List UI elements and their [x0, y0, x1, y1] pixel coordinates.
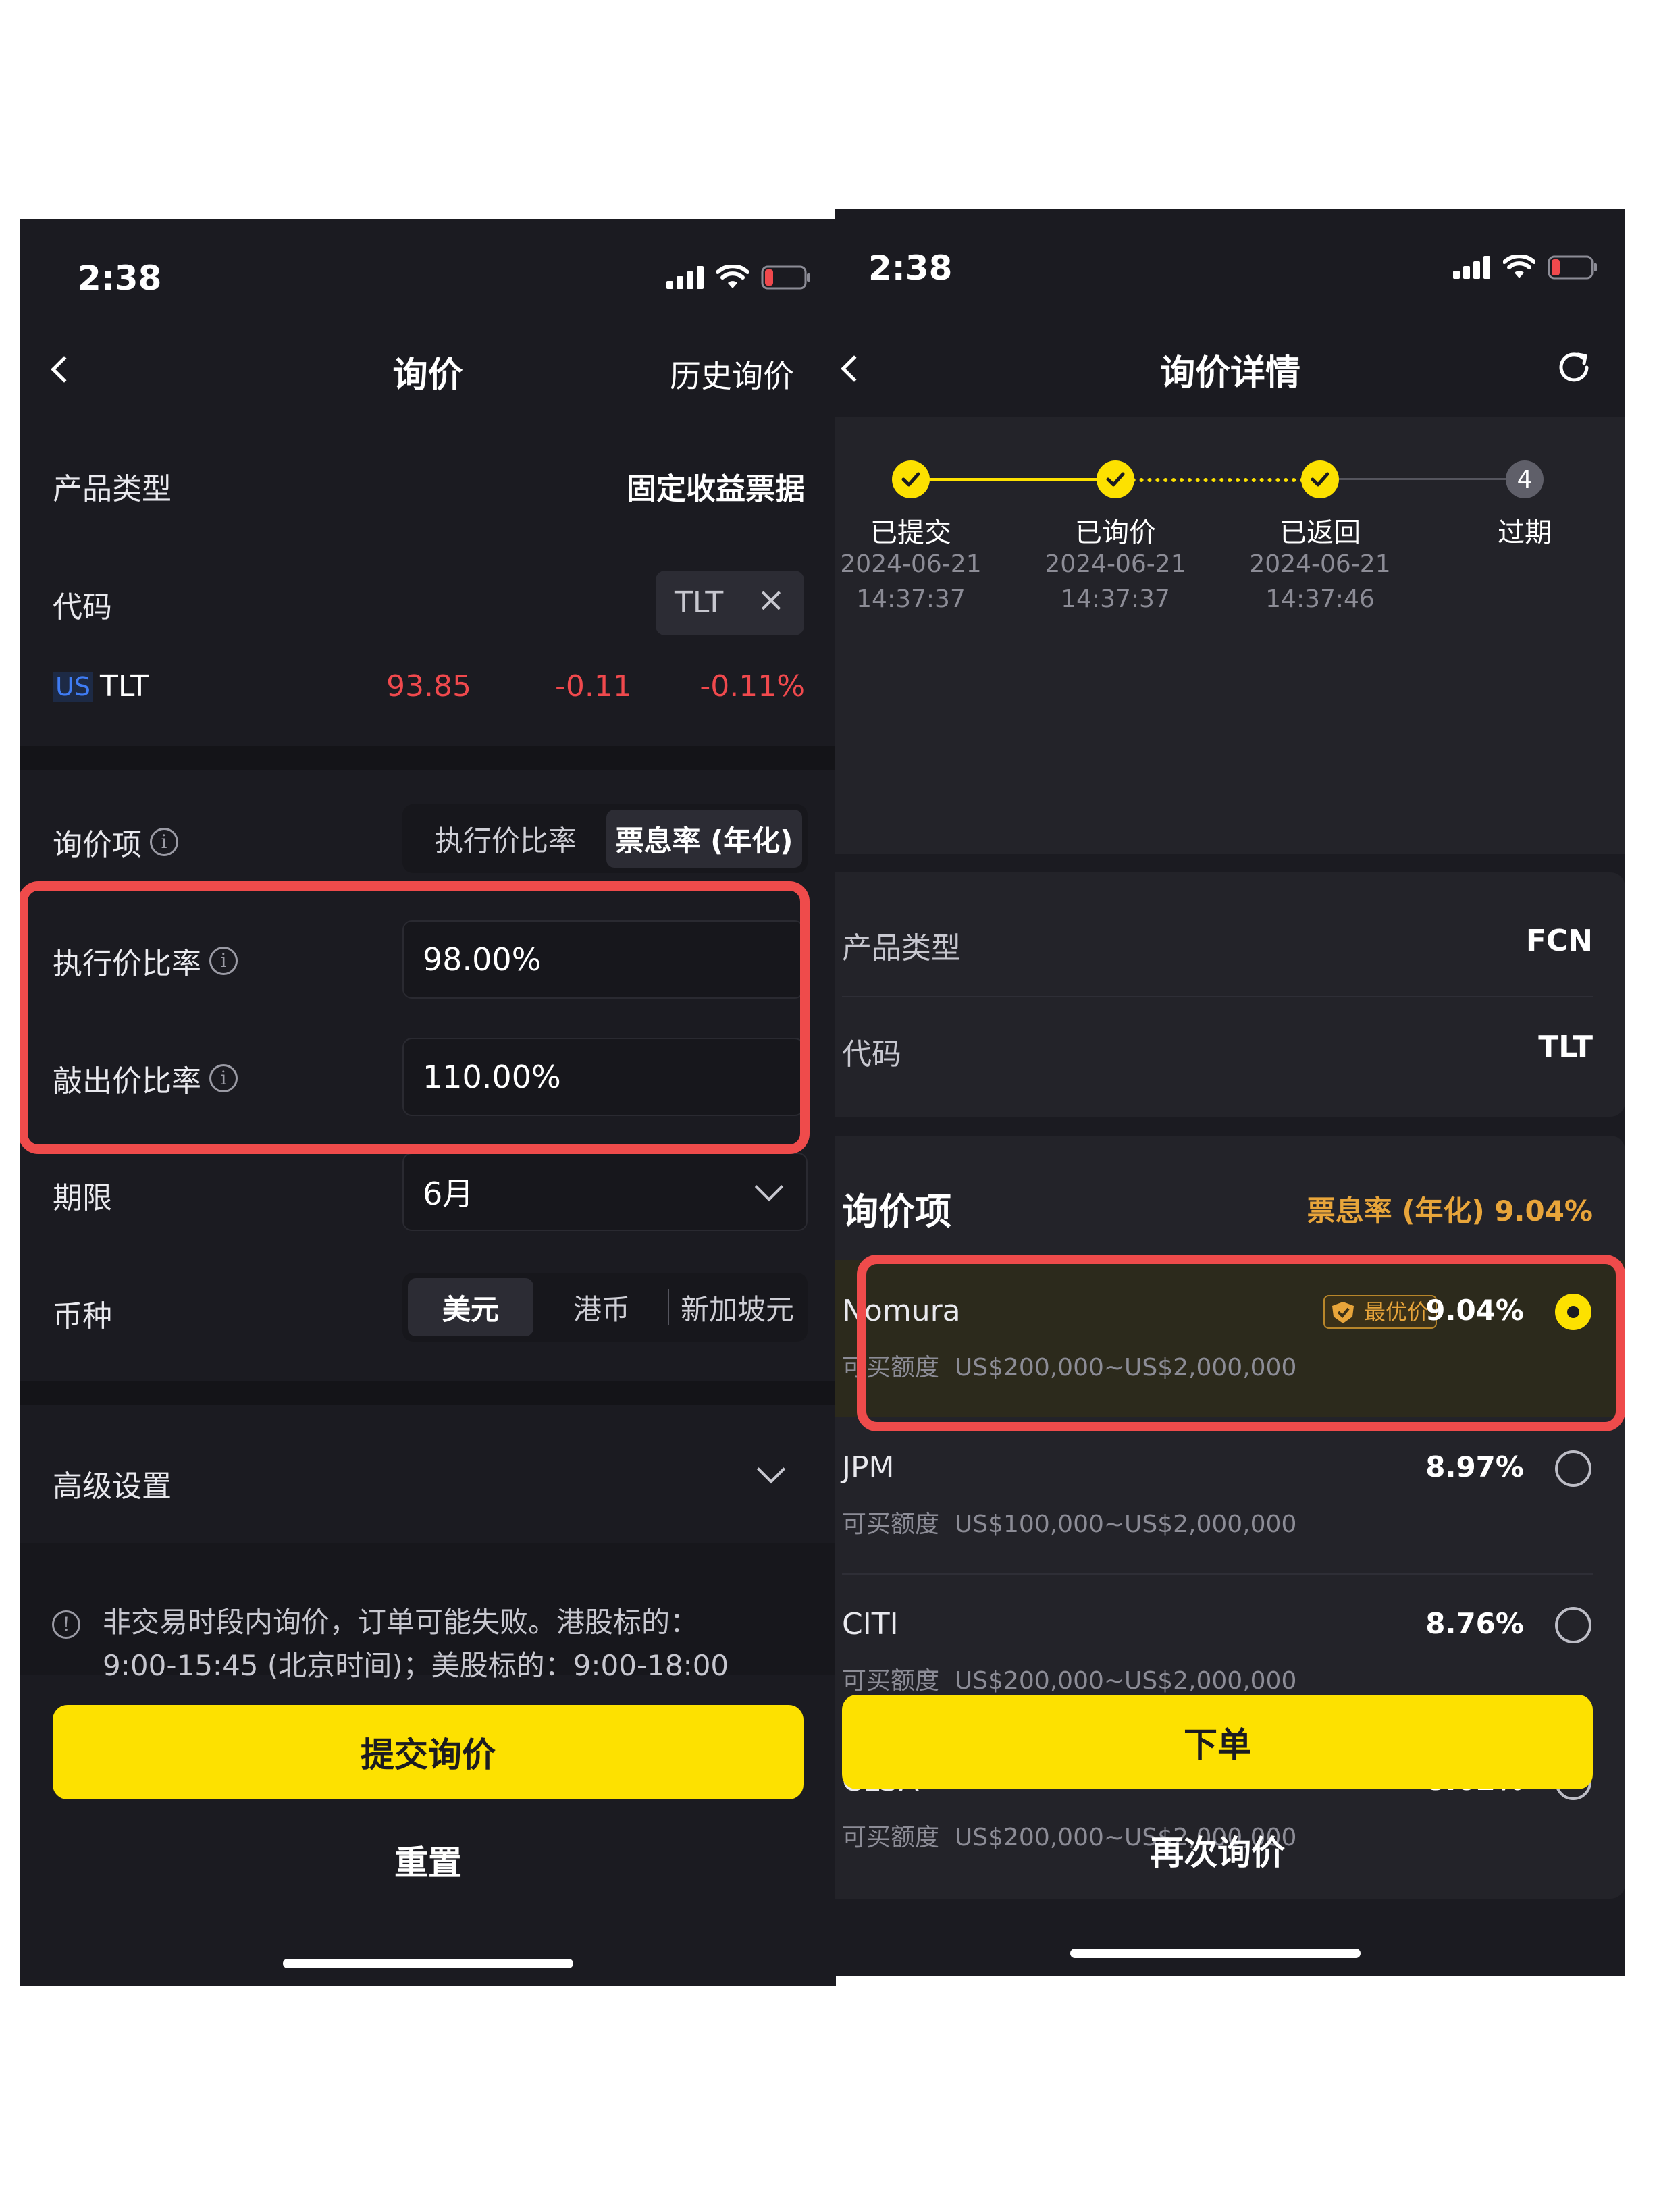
option-coupon-rate[interactable]: 票息率 (年化)	[606, 810, 802, 868]
product-type-label: 产品类型	[842, 931, 961, 966]
step-done-icon	[1301, 460, 1339, 498]
notice-line-2: 9:00-15:45 (北京时间)；美股标的：9:00-18:00	[103, 1649, 729, 1682]
inquiry-item-segmented: 执行价比率 票息率 (年化)	[402, 804, 808, 873]
status-icons	[666, 265, 811, 290]
warning-icon: !	[52, 1610, 80, 1639]
notice-line-1: 非交易时段内询价，订单可能失败。港股标的：	[103, 1606, 699, 1639]
step-done-icon	[1097, 460, 1134, 498]
inquiry-item-row: 询价项 i	[53, 820, 178, 864]
progress-line-pending	[1115, 478, 1320, 482]
signal-icon	[1453, 256, 1490, 279]
code-label: 代码	[842, 1037, 901, 1072]
step-label: 已询价	[1075, 517, 1156, 548]
section-divider	[20, 1381, 836, 1405]
code-label: 代码	[53, 590, 112, 625]
term-value: 6月	[423, 1176, 474, 1212]
quote-amount: 可买额度 US$200,000~US$2,000,000	[842, 1667, 1297, 1695]
page-title: 询价详情	[1159, 353, 1300, 394]
home-indicator	[283, 1959, 573, 1968]
quote-bank-name: CITI	[842, 1607, 899, 1641]
row-divider	[842, 996, 1593, 997]
battery-low-icon	[1548, 255, 1597, 280]
option-usd[interactable]: 美元	[408, 1278, 533, 1336]
battery-low-icon	[761, 265, 810, 290]
notice-bar: ! 非交易时段内询价，订单可能失败。港股标的： 9:00-15:45 (北京时间…	[20, 1543, 836, 1682]
requote-button[interactable]: 再次询价	[842, 1810, 1593, 1891]
advanced-settings-label[interactable]: 高级设置	[53, 1462, 172, 1505]
reset-button[interactable]: 重置	[53, 1820, 804, 1901]
currency-segmented: 美元 港币 新加坡元	[402, 1273, 808, 1342]
quote-symbol: TLT	[99, 669, 149, 704]
signal-icon	[666, 266, 704, 289]
info-icon[interactable]: i	[150, 828, 178, 856]
option-strike-ratio[interactable]: 执行价比率	[408, 810, 604, 868]
inquiry-detail-screen: 2:38 询价详情 4 已提交 已询价 已返回 过期 2024-06-21 14:…	[835, 209, 1625, 1976]
status-time: 2:38	[78, 259, 162, 298]
term-label: 期限	[53, 1181, 112, 1215]
status-time: 2:38	[868, 248, 953, 288]
quote-radio[interactable]	[1555, 1450, 1591, 1487]
step-date: 2024-06-21 14:37:37	[840, 550, 982, 613]
code-chip[interactable]: TLT ×	[656, 571, 804, 635]
notice-text: 非交易时段内询价，订单可能失败。港股标的： 9:00-15:45 (北京时间)；…	[103, 1601, 729, 1687]
progress-line-done	[911, 478, 1115, 481]
inquiry-item-label: 询价项	[53, 828, 142, 862]
quotes-summary: 票息率 (年化) 9.04%	[1307, 1194, 1593, 1228]
quote-change-pct: -0.11%	[700, 669, 805, 704]
wifi-icon	[716, 265, 749, 288]
quote-row: US TLT	[53, 669, 149, 704]
clear-code-icon[interactable]: ×	[757, 580, 785, 619]
inquiry-screen: 2:38 询价 历史询价 产品类型 固定收益票据 代码 TLT × US TLT…	[20, 219, 836, 1986]
progress-line-future	[1320, 478, 1525, 480]
product-type-value: FCN	[1525, 924, 1593, 958]
quote-change: -0.11	[555, 669, 632, 704]
step-label: 过期	[1498, 517, 1552, 548]
step-label: 已返回	[1280, 517, 1361, 548]
quote-radio[interactable]	[1555, 1607, 1591, 1643]
row-divider	[842, 1573, 1593, 1575]
highlight-box	[20, 881, 810, 1154]
step-date: 2024-06-21 14:37:37	[1045, 550, 1186, 613]
wifi-icon	[1503, 255, 1535, 278]
term-select[interactable]: 6月	[402, 1153, 808, 1231]
submit-inquiry-button[interactable]: 提交询价	[53, 1705, 804, 1799]
highlight-box	[857, 1255, 1625, 1431]
quote-bank-name: JPM	[842, 1450, 895, 1485]
chevron-down-icon	[754, 1172, 784, 1202]
product-info-card	[835, 872, 1625, 1117]
place-order-button[interactable]: 下单	[842, 1695, 1593, 1789]
history-inquiry-link[interactable]: 历史询价	[670, 352, 794, 396]
product-type-value[interactable]: 固定收益票据	[627, 465, 805, 508]
code-chip-text: TLT	[675, 585, 724, 620]
quote-price: 93.85	[386, 669, 471, 704]
chevron-down-icon[interactable]	[756, 1454, 786, 1484]
step-number: 4	[1506, 460, 1544, 498]
section-divider	[20, 746, 836, 770]
step-done-icon	[892, 460, 930, 498]
option-sgd[interactable]: 新加坡元	[671, 1278, 804, 1336]
market-badge: US	[53, 671, 93, 702]
quote-rate: 8.97%	[1425, 1450, 1524, 1483]
refresh-icon[interactable]	[1553, 346, 1595, 388]
currency-label: 币种	[53, 1299, 112, 1334]
segment-divider	[668, 1289, 669, 1325]
quote-rate: 8.76%	[1425, 1607, 1524, 1640]
option-hkd[interactable]: 港币	[539, 1278, 664, 1336]
step-date: 2024-06-21 14:37:46	[1249, 550, 1391, 613]
step-label: 已提交	[870, 517, 951, 548]
quote-amount: 可买额度 US$100,000~US$2,000,000	[842, 1510, 1297, 1538]
quotes-title: 询价项	[842, 1190, 951, 1233]
status-icons	[1453, 255, 1598, 280]
home-indicator	[1070, 1949, 1361, 1958]
product-type-label: 产品类型	[53, 472, 172, 506]
code-value: TLT	[1538, 1030, 1593, 1064]
